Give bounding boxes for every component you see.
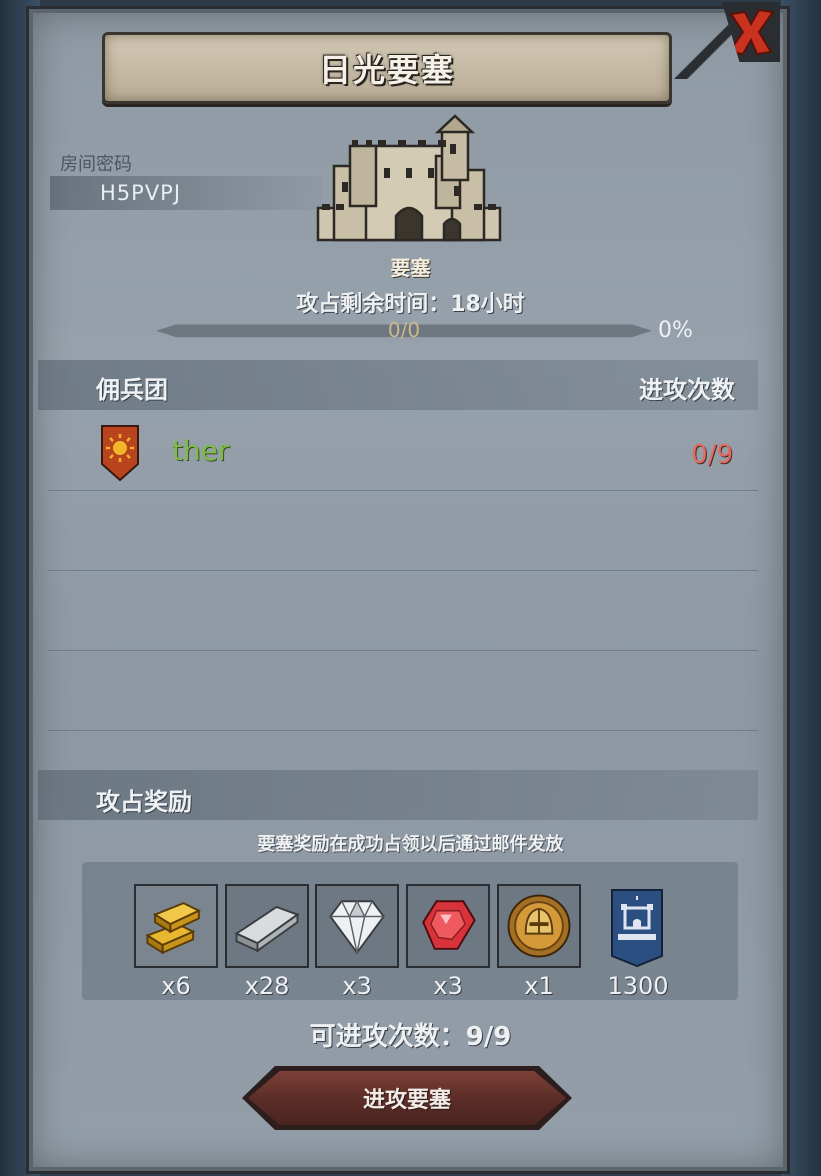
reward-item-diamond[interactable] [315,884,399,968]
fortress-castle-icon [316,114,502,242]
title-banner: 日光要塞 [102,32,672,104]
mercenary-attack-count: 0/9 [691,440,733,470]
iron-ingot-icon [234,905,300,953]
diamond-icon [329,900,385,955]
reward-item-ruby[interactable] [406,884,490,968]
capture-progress-text: 0/0 [387,318,421,342]
knight-medal-icon [507,894,571,958]
attack-fortress-button[interactable]: 进攻要塞 [242,1066,572,1130]
attack-fortress-button-face: 进攻要塞 [248,1071,566,1125]
list-row-divider [48,570,758,571]
room-password-value: H5PVPJ [100,181,182,205]
mercenary-column-header: 佣兵团 [96,376,168,404]
fortress-banner-icon[interactable] [608,888,666,968]
list-row-divider [48,490,758,491]
mercenary-name[interactable]: ther [172,434,229,467]
reward-qty: x3 [342,972,372,1000]
room-password-box: H5PVPJ [50,176,322,210]
list-row-divider [48,730,758,731]
attacks-available: 可进攻次数：9/9 [309,1022,512,1052]
ruby-icon [422,900,476,950]
room-password-label: 房间密码 [60,154,132,175]
reward-item-iron-ingot[interactable] [225,884,309,968]
mercenary-shield-icon [101,425,139,482]
page-title: 日光要塞 [318,51,455,89]
rewards-header: 攻占奖励 [96,788,192,816]
rewards-note: 要塞奖励在成功占领以后通过邮件发放 [257,834,564,855]
reward-qty: x3 [433,972,463,1000]
reward-qty: 1300 [607,972,669,1000]
attack-count-column-header: 进攻次数 [639,376,735,404]
fortress-type-label: 要塞 [390,256,431,280]
reward-qty: x28 [244,972,290,1000]
gold-bars-icon [145,902,202,955]
reward-qty: x6 [161,972,191,1000]
capture-time-remaining: 攻占剩余时间：18小时 [296,292,525,317]
capture-progress-percent: 0% [658,318,693,343]
attack-fortress-button-label: 进攻要塞 [362,1088,451,1113]
reward-qty: x1 [524,972,554,1000]
reward-item-gold-bars[interactable] [134,884,218,968]
list-row-divider [48,650,758,651]
reward-item-knight-medal[interactable] [497,884,581,968]
